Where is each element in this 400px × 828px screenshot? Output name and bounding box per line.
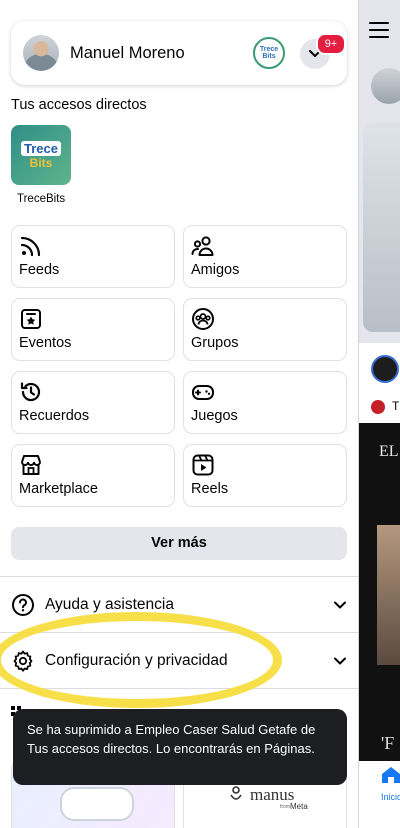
help-support-label: Ayuda y asistencia xyxy=(45,596,174,613)
post-photo xyxy=(377,525,400,665)
chevron-down-icon xyxy=(334,601,346,609)
tile-label: Eventos xyxy=(19,335,72,351)
tile-label: Reels xyxy=(191,481,229,497)
shortcuts-title: Tus accesos directos xyxy=(11,97,147,113)
friends-icon xyxy=(191,236,214,256)
vr-headset-image xyxy=(60,787,134,821)
gear-icon xyxy=(13,650,33,672)
page-switch-avatar[interactable]: Trece Bits xyxy=(253,37,285,69)
home-tab-label[interactable]: Inicio xyxy=(381,792,400,802)
settings-privacy-label: Configuración y privacidad xyxy=(45,652,228,669)
logo-line-2: Bits xyxy=(29,155,53,170)
help-icon xyxy=(12,594,34,616)
meta-label: Meta xyxy=(290,802,308,811)
tile-label: Feeds xyxy=(19,262,60,278)
tile-friends[interactable]: Amigos xyxy=(183,225,347,288)
tile-events[interactable]: Eventos xyxy=(11,298,175,361)
hamburger-menu-icon[interactable] xyxy=(369,22,389,40)
tile-memories[interactable]: Recuerdos xyxy=(11,371,175,434)
tile-feeds[interactable]: Feeds xyxy=(11,225,175,288)
tile-groups[interactable]: Grupos xyxy=(183,298,347,361)
reels-icon xyxy=(192,454,214,476)
notification-badge: 9+ xyxy=(316,33,346,55)
avatar[interactable] xyxy=(371,68,400,104)
settings-privacy-row[interactable]: Configuración y privacidad xyxy=(0,633,358,688)
tile-label: Grupos xyxy=(191,335,239,351)
page-avatar-text: Trece Bits xyxy=(259,46,279,60)
help-support-row[interactable]: Ayuda y asistencia xyxy=(0,577,358,632)
tile-label: Marketplace xyxy=(19,481,98,497)
groups-icon xyxy=(192,308,214,330)
shortcut-item-trecebits[interactable]: Trece Bits TreceBits xyxy=(11,125,73,205)
tile-label: Recuerdos xyxy=(19,408,90,424)
events-icon xyxy=(21,309,41,329)
tile-label: Amigos xyxy=(191,262,240,278)
background-feed-strip: T EL 'F Inicio xyxy=(358,0,400,828)
tile-games[interactable]: Juegos xyxy=(183,371,347,434)
chevron-down-icon xyxy=(334,657,346,665)
profile-name[interactable]: Manuel Moreno xyxy=(70,44,185,63)
home-icon[interactable] xyxy=(381,766,400,784)
shortcut-label: TreceBits xyxy=(17,193,66,205)
manus-from-label: from xyxy=(280,804,290,810)
avatar[interactable] xyxy=(23,35,59,71)
logo-line-1: Trece xyxy=(21,140,61,156)
marketplace-icon xyxy=(21,455,41,475)
red-dot-icon xyxy=(371,400,385,414)
memories-icon xyxy=(20,382,41,402)
profile-card[interactable]: Manuel Moreno Trece Bits 9+ xyxy=(11,21,347,85)
menu-panel: Manuel Moreno Trece Bits 9+ Tus accesos … xyxy=(0,0,358,828)
toast-message: Se ha suprimido a Empleo Caser Salud Get… xyxy=(27,722,316,756)
manus-logo-icon xyxy=(230,786,242,800)
story-card[interactable] xyxy=(363,122,400,332)
feeds-icon xyxy=(20,236,41,257)
tile-label: Juegos xyxy=(191,408,238,424)
see-more-button[interactable]: Ver más xyxy=(11,527,347,560)
toast-notification[interactable]: Se ha suprimido a Empleo Caser Salud Get… xyxy=(13,709,347,785)
trecebits-logo: Trece Bits xyxy=(11,125,71,185)
divider xyxy=(0,688,358,689)
post-image-header-text: EL xyxy=(379,443,399,460)
post-quote-text: 'F xyxy=(381,733,395,753)
tile-reels[interactable]: Reels xyxy=(183,444,347,507)
page-avatar[interactable] xyxy=(371,355,399,383)
post-author-fragment: T xyxy=(392,399,400,413)
games-icon xyxy=(192,385,214,400)
tile-marketplace[interactable]: Marketplace xyxy=(11,444,175,507)
manus-label: manus xyxy=(250,785,295,804)
